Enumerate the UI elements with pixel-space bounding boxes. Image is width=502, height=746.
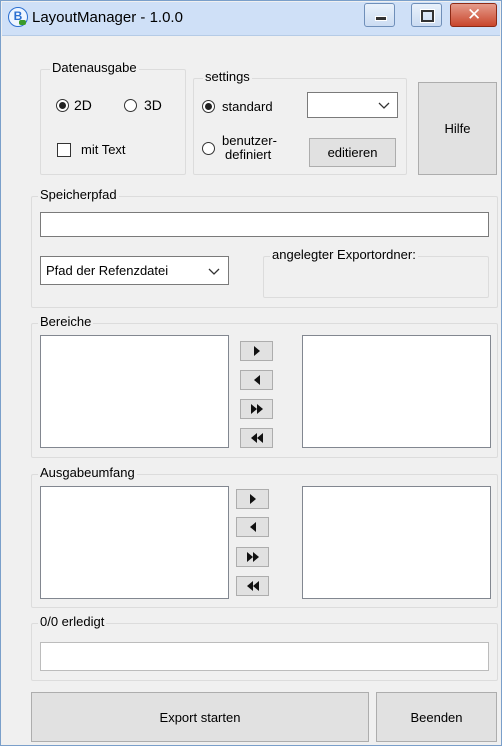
datenausgabe-legend: Datenausgabe xyxy=(50,60,139,75)
move-right-icon xyxy=(249,494,256,504)
radio-benutzerdefiniert[interactable] xyxy=(202,142,215,155)
progress-bar xyxy=(40,642,489,671)
export-starten-button[interactable]: Export starten xyxy=(31,692,369,742)
move-all-right-icon xyxy=(246,552,259,562)
radio-standard[interactable] xyxy=(202,100,215,113)
radio-benutzerdefiniert-label: benutzer- definiert xyxy=(222,134,277,162)
title-bar[interactable]: B LayoutManager - 1.0.0 ✕ xyxy=(2,2,500,36)
radio-standard-label: standard xyxy=(222,99,273,114)
move-all-right-icon xyxy=(250,404,263,414)
ausgabeumfang-right-list[interactable] xyxy=(302,486,491,599)
maximize-button[interactable] xyxy=(411,3,442,27)
radio-2d-label: 2D xyxy=(74,97,92,113)
move-all-left-icon xyxy=(250,433,263,443)
radio-3d-label: 3D xyxy=(144,97,162,113)
settings-dropdown[interactable] xyxy=(307,92,398,118)
radio-2d[interactable] xyxy=(56,99,69,112)
ausgabeumfang-move-all-left-button[interactable] xyxy=(236,576,269,596)
datenausgabe-group: Datenausgabe xyxy=(40,60,186,175)
ausgabeumfang-move-all-right-button[interactable] xyxy=(236,547,269,567)
radio-3d[interactable] xyxy=(124,99,137,112)
bereiche-move-left-button[interactable] xyxy=(240,370,273,390)
close-icon: ✕ xyxy=(467,5,482,24)
maximize-icon xyxy=(421,10,434,22)
bereiche-move-all-right-button[interactable] xyxy=(240,399,273,419)
ausgabeumfang-legend: Ausgabeumfang xyxy=(38,465,137,480)
bereiche-right-list[interactable] xyxy=(302,335,491,448)
beenden-button[interactable]: Beenden xyxy=(376,692,497,742)
chevron-down-icon xyxy=(378,102,390,109)
app-logo-icon: B xyxy=(8,7,28,27)
ausgabeumfang-left-list[interactable] xyxy=(40,486,229,599)
speicherpfad-legend: Speicherpfad xyxy=(38,187,119,202)
chevron-down-icon xyxy=(208,268,220,275)
settings-legend: settings xyxy=(203,69,252,84)
minimize-icon xyxy=(375,16,387,21)
ausgabeumfang-move-left-button[interactable] xyxy=(236,517,269,537)
move-left-icon xyxy=(249,522,256,532)
editieren-button[interactable]: editieren xyxy=(309,138,396,167)
bereiche-move-right-button[interactable] xyxy=(240,341,273,361)
bereiche-left-list[interactable] xyxy=(40,335,229,448)
close-button[interactable]: ✕ xyxy=(450,3,497,27)
export-folder-group: angelegter Exportordner: xyxy=(263,247,489,298)
hilfe-button[interactable]: Hilfe xyxy=(418,82,497,175)
progress-legend: 0/0 erledigt xyxy=(38,614,107,629)
pfad-source-value: Pfad der Refenzdatei xyxy=(46,263,169,278)
radio-benutzerdefiniert-label-line2: definiert xyxy=(225,147,272,162)
radio-benutzerdefiniert-label-line1: benutzer- xyxy=(222,133,277,148)
ausgabeumfang-move-right-button[interactable] xyxy=(236,489,269,509)
bereiche-move-all-left-button[interactable] xyxy=(240,428,273,448)
pfad-source-dropdown[interactable]: Pfad der Refenzdatei xyxy=(40,256,229,285)
export-folder-legend: angelegter Exportordner: xyxy=(270,247,418,262)
mit-text-label: mit Text xyxy=(81,142,126,157)
app-window: B LayoutManager - 1.0.0 ✕ Datenausgabe 2… xyxy=(0,0,502,746)
move-right-icon xyxy=(253,346,260,356)
move-all-left-icon xyxy=(246,581,259,591)
bereiche-legend: Bereiche xyxy=(38,314,94,329)
move-left-icon xyxy=(253,375,260,385)
speicherpfad-input[interactable] xyxy=(40,212,489,237)
mit-text-checkbox[interactable] xyxy=(57,143,71,157)
window-title: LayoutManager - 1.0.0 xyxy=(32,9,183,26)
minimize-button[interactable] xyxy=(364,3,395,27)
